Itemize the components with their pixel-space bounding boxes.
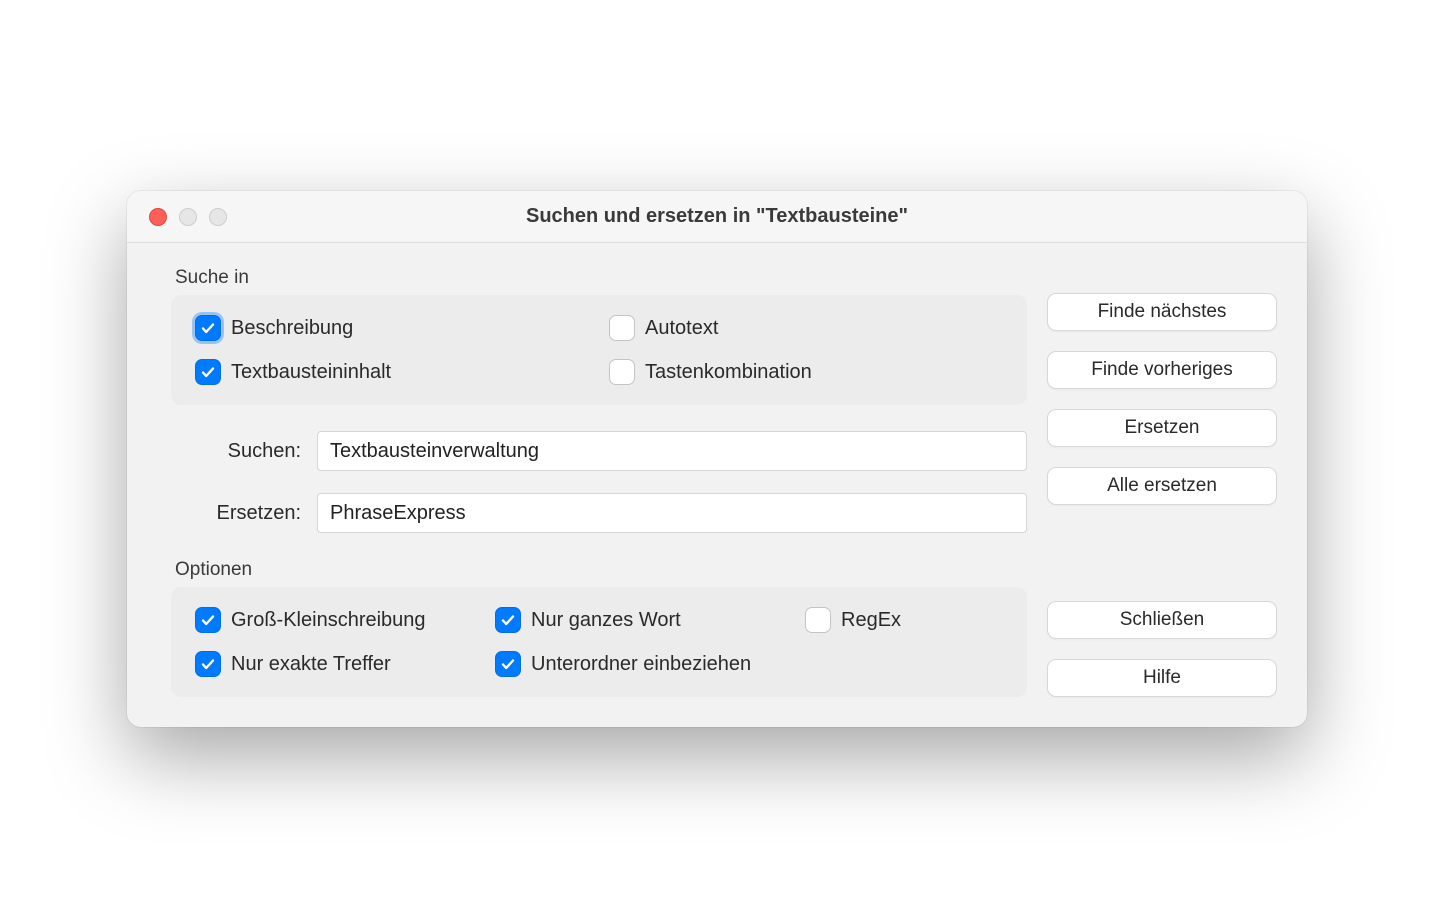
search-in-label: Suche in	[175, 267, 1027, 289]
checkbox-box	[805, 607, 831, 633]
checkmark-icon	[495, 607, 521, 633]
checkbox-label: Textbausteininhalt	[231, 361, 391, 384]
replace-button[interactable]: Ersetzen	[1047, 409, 1277, 447]
checkmark-icon	[195, 315, 221, 341]
checkbox-label: Unterordner einbeziehen	[531, 653, 751, 676]
checkbox-include-subfolders[interactable]: Unterordner einbeziehen	[495, 651, 785, 677]
main-column: Suche in Beschreibung Autotext	[171, 267, 1027, 697]
checkbox-textbausteininhalt[interactable]: Textbausteininhalt	[195, 359, 589, 385]
checkbox-label: Nur ganzes Wort	[531, 609, 681, 632]
checkbox-box	[609, 315, 635, 341]
find-prev-button[interactable]: Finde vorheriges	[1047, 351, 1277, 389]
checkbox-label: Tastenkombination	[645, 361, 812, 384]
find-next-button[interactable]: Finde nächstes	[1047, 293, 1277, 331]
window-title: Suchen und ersetzen in "Textbausteine"	[127, 205, 1307, 228]
search-in-panel: Beschreibung Autotext Textbausteininhalt	[171, 295, 1027, 405]
checkbox-autotext[interactable]: Autotext	[609, 315, 1003, 341]
checkmark-icon	[495, 651, 521, 677]
search-input[interactable]	[317, 431, 1027, 471]
replace-row: Ersetzen:	[171, 493, 1027, 533]
replace-input[interactable]	[317, 493, 1027, 533]
close-button[interactable]: Schließen	[1047, 601, 1277, 639]
checkmark-icon	[195, 607, 221, 633]
search-row: Suchen:	[171, 431, 1027, 471]
checkbox-label: Beschreibung	[231, 317, 353, 340]
checkbox-label: Nur exakte Treffer	[231, 653, 391, 676]
replace-all-button[interactable]: Alle ersetzen	[1047, 467, 1277, 505]
minimize-window-button[interactable]	[179, 208, 197, 226]
replace-label: Ersetzen:	[171, 502, 301, 525]
checkbox-case-sensitive[interactable]: Groß-Kleinschreibung	[195, 607, 475, 633]
search-label: Suchen:	[171, 440, 301, 463]
side-column: Finde nächstes Finde vorheriges Ersetzen…	[1047, 267, 1277, 697]
options-label: Optionen	[175, 559, 1027, 581]
checkbox-exact-only[interactable]: Nur exakte Treffer	[195, 651, 475, 677]
checkbox-label: RegEx	[841, 609, 901, 632]
checkbox-regex[interactable]: RegEx	[805, 607, 1003, 633]
traffic-lights	[127, 208, 227, 226]
checkmark-icon	[195, 651, 221, 677]
options-panel: Groß-Kleinschreibung Nur ganzes Wort Reg…	[171, 587, 1027, 697]
titlebar: Suchen und ersetzen in "Textbausteine"	[127, 191, 1307, 243]
dialog-window: Suchen und ersetzen in "Textbausteine" S…	[127, 191, 1307, 727]
spacer	[1047, 525, 1277, 601]
form-rows: Suchen: Ersetzen:	[171, 431, 1027, 533]
checkbox-tastenkombination[interactable]: Tastenkombination	[609, 359, 1003, 385]
checkbox-label: Groß-Kleinschreibung	[231, 609, 426, 632]
zoom-window-button[interactable]	[209, 208, 227, 226]
checkbox-label: Autotext	[645, 317, 718, 340]
checkmark-icon	[195, 359, 221, 385]
dialog-content: Suche in Beschreibung Autotext	[127, 243, 1307, 727]
checkbox-box	[609, 359, 635, 385]
checkbox-whole-word[interactable]: Nur ganzes Wort	[495, 607, 785, 633]
checkbox-beschreibung[interactable]: Beschreibung	[195, 315, 589, 341]
help-button[interactable]: Hilfe	[1047, 659, 1277, 697]
close-window-button[interactable]	[149, 208, 167, 226]
